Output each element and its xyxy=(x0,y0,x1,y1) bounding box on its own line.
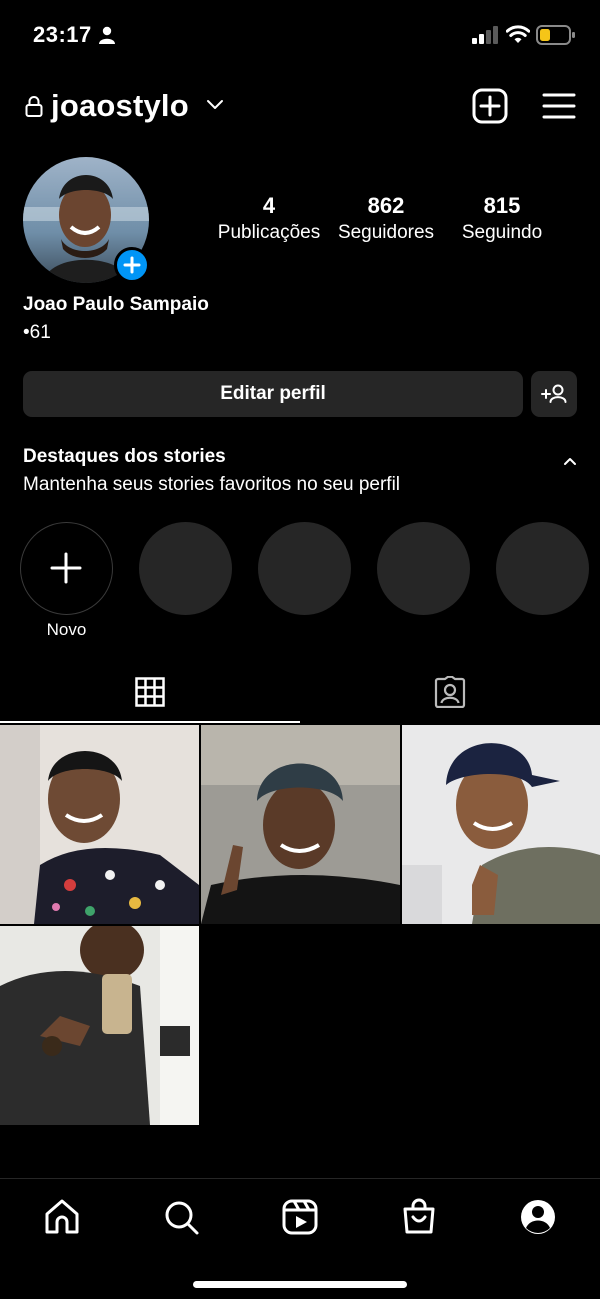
signal-icon xyxy=(472,26,498,44)
post-thumbnail[interactable] xyxy=(0,926,199,1125)
post-image xyxy=(0,926,199,1125)
discover-people-button[interactable] xyxy=(531,371,577,417)
post-image xyxy=(201,725,400,924)
profile-full-name: Joao Paulo Sampaio xyxy=(23,294,209,315)
highlight-placeholder xyxy=(377,522,470,615)
status-bar: 23:17 xyxy=(0,0,600,70)
profile-icon[interactable] xyxy=(518,1197,558,1237)
plus-icon xyxy=(123,256,141,274)
battery-icon xyxy=(536,25,575,45)
new-highlight-label: Novo xyxy=(46,620,87,639)
menu-icon[interactable] xyxy=(542,90,576,122)
add-story-badge[interactable] xyxy=(114,247,150,283)
edit-profile-button[interactable]: Editar perfil xyxy=(23,371,523,417)
status-time: 23:17 xyxy=(33,22,92,47)
tab-tagged[interactable] xyxy=(300,664,600,722)
highlights-subtitle: Mantenha seus stories favoritos no seu p… xyxy=(23,474,401,495)
highlight-placeholder xyxy=(139,522,232,615)
post-thumbnail[interactable] xyxy=(201,725,400,924)
shop-icon[interactable] xyxy=(399,1197,439,1237)
profile-avatar[interactable] xyxy=(23,157,150,283)
plus-icon xyxy=(50,552,82,584)
lock-icon xyxy=(25,96,43,117)
following-count-value: 815 xyxy=(483,193,521,218)
post-image xyxy=(0,725,199,924)
profile-bio: •61 xyxy=(23,322,51,343)
account-username[interactable]: joaostylo xyxy=(51,88,189,124)
plus-square-icon[interactable] xyxy=(472,88,508,124)
search-icon[interactable] xyxy=(161,1197,201,1237)
followers-count-value: 862 xyxy=(367,193,405,218)
home-indicator xyxy=(193,1281,407,1288)
add-person-icon xyxy=(541,384,567,403)
chevron-down-icon[interactable] xyxy=(206,98,224,112)
posts-count-value: 4 xyxy=(262,193,276,218)
highlight-placeholder xyxy=(496,522,589,615)
posts-count[interactable]: 4 Publicações xyxy=(213,192,325,246)
highlights-title: Destaques dos stories xyxy=(23,446,226,467)
post-image xyxy=(402,725,600,924)
home-icon[interactable] xyxy=(42,1197,82,1237)
tab-posts-grid[interactable] xyxy=(0,664,300,722)
chevron-up-icon[interactable] xyxy=(563,456,577,466)
post-thumbnail[interactable] xyxy=(402,725,600,924)
new-highlight-button[interactable] xyxy=(20,522,113,615)
posts-count-label: Publicações xyxy=(217,222,321,243)
post-thumbnail[interactable] xyxy=(0,725,199,924)
following-count-label: Seguindo xyxy=(461,222,543,243)
grid-icon xyxy=(135,677,165,707)
followers-count-label: Seguidores xyxy=(337,222,435,243)
person-icon xyxy=(99,26,115,44)
profile-header: joaostylo xyxy=(0,82,600,132)
reels-icon[interactable] xyxy=(280,1197,320,1237)
wifi-icon xyxy=(506,25,530,43)
tagged-icon xyxy=(434,676,466,708)
active-tab-indicator xyxy=(0,721,300,723)
highlight-placeholder xyxy=(258,522,351,615)
followers-count[interactable]: 862 Seguidores xyxy=(330,192,442,246)
following-count[interactable]: 815 Seguindo xyxy=(446,192,558,246)
